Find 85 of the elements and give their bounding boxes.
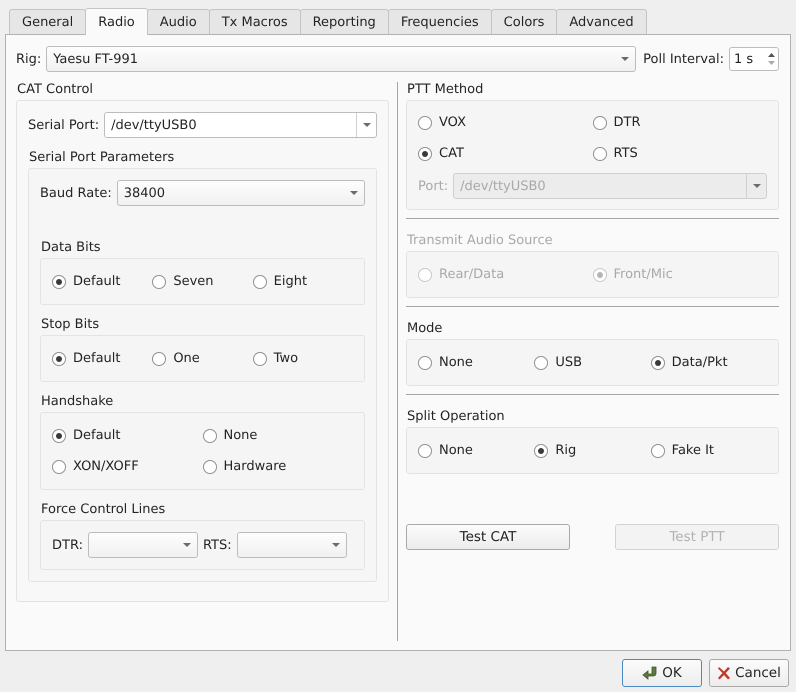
radio-button[interactable]: [418, 444, 432, 458]
radio-label: Eight: [274, 274, 308, 289]
radio-label: None: [439, 443, 473, 458]
tab[interactable]: Radio: [85, 8, 148, 35]
group-title: Split Operation: [406, 408, 506, 426]
dropdown-arrow-icon: [350, 191, 358, 195]
radio-label: USB: [555, 355, 582, 370]
radio-button[interactable]: [534, 356, 548, 370]
radio-button[interactable]: [534, 444, 548, 458]
group-title: PTT Method: [406, 80, 484, 98]
control-line-dropdown[interactable]: [236, 532, 347, 558]
radio-label: Front/Mic: [614, 267, 673, 282]
radio-label: Data/Pkt: [672, 355, 728, 370]
serial-port-dropdown[interactable]: /dev/ttyUSB0: [104, 112, 377, 138]
radio-label: DTR: [614, 115, 640, 130]
radio-label: Default: [73, 351, 120, 366]
radio-label: Fake It: [672, 443, 714, 458]
poll-interval-spinbox[interactable]: 1 s: [729, 47, 779, 71]
checkmark-arrow-icon: [642, 666, 658, 680]
serial-port-label: Serial Port:: [28, 118, 100, 132]
radio-button[interactable]: [152, 352, 166, 366]
poll-interval-label: Poll Interval:: [643, 52, 724, 66]
tab[interactable]: Reporting: [300, 9, 389, 34]
radio-button[interactable]: [52, 428, 66, 442]
tab[interactable]: Colors: [490, 9, 558, 34]
group-title: Handshake: [40, 392, 114, 410]
radio-label: Rig: [555, 443, 576, 458]
radio-label: One: [173, 351, 200, 366]
group-title: CAT Control: [16, 80, 94, 98]
radio-button[interactable]: [52, 352, 66, 366]
group-title: Mode: [406, 320, 444, 338]
radio-label: Rear/Data: [439, 267, 504, 282]
group-title: Transmit Audio Source: [406, 232, 554, 250]
radio-label: Default: [73, 428, 120, 443]
tab[interactable]: Tx Macros: [208, 9, 301, 34]
baud-rate-label: Baud Rate:: [40, 186, 112, 200]
dropdown-arrow-icon: [362, 123, 370, 127]
radio-button[interactable]: [418, 116, 432, 130]
radio-button[interactable]: [418, 356, 432, 370]
dialog-button[interactable]: Cancel: [709, 659, 789, 687]
test-button[interactable]: Test CAT: [406, 524, 570, 550]
radio-button[interactable]: [592, 116, 606, 130]
radio-label: XON/XOFF: [73, 459, 139, 474]
radio-button[interactable]: [202, 428, 216, 442]
control-line-dropdown[interactable]: [88, 532, 198, 558]
radio-label: Seven: [173, 274, 214, 289]
radio-button[interactable]: [418, 146, 432, 160]
group-title: Serial Port Parameters: [28, 148, 176, 166]
group-title: Stop Bits: [40, 316, 100, 334]
dropdown-arrow-icon: [182, 543, 191, 547]
radio-button[interactable]: [252, 274, 267, 288]
dropdown-arrow-icon: [621, 57, 630, 61]
port-label: Port:: [418, 178, 448, 194]
dropdown-arrow-icon: [332, 543, 340, 547]
tab[interactable]: Frequencies: [388, 9, 492, 34]
radio-button[interactable]: [202, 460, 216, 474]
radio-button[interactable]: [52, 460, 66, 474]
dialog-button[interactable]: OK: [622, 659, 702, 687]
radio-label: CAT: [439, 146, 464, 161]
radio-button[interactable]: [650, 356, 665, 370]
radio-label: Default: [73, 274, 120, 289]
rig-label: Rig:: [16, 52, 42, 66]
tab[interactable]: Audio: [146, 9, 210, 34]
radio-button[interactable]: [52, 274, 66, 288]
control-line-label: RTS:: [202, 538, 232, 552]
radio-label: Hardware: [224, 459, 286, 474]
radio-label: RTS: [614, 146, 638, 161]
close-icon: [717, 666, 732, 680]
tab[interactable]: Advanced: [556, 9, 647, 34]
baud-rate-dropdown[interactable]: 38400: [116, 180, 365, 206]
group-title: Force Control Lines: [40, 500, 166, 518]
radio-button[interactable]: [592, 146, 606, 160]
rig-dropdown[interactable]: Yaesu FT-991: [46, 46, 636, 72]
radio-label: Two: [274, 351, 298, 366]
radio-button[interactable]: [650, 444, 665, 458]
radio-label: VOX: [439, 115, 466, 130]
tab[interactable]: General: [9, 9, 86, 34]
spin-arrows-icon: [767, 52, 776, 66]
radio-label: None: [224, 428, 258, 443]
control-line-label: DTR:: [52, 538, 83, 552]
radio-button[interactable]: [152, 274, 166, 288]
group-title: Data Bits: [40, 238, 102, 256]
radio-label: None: [439, 355, 473, 370]
radio-button[interactable]: [252, 352, 267, 366]
dropdown-arrow-icon: [752, 184, 760, 188]
